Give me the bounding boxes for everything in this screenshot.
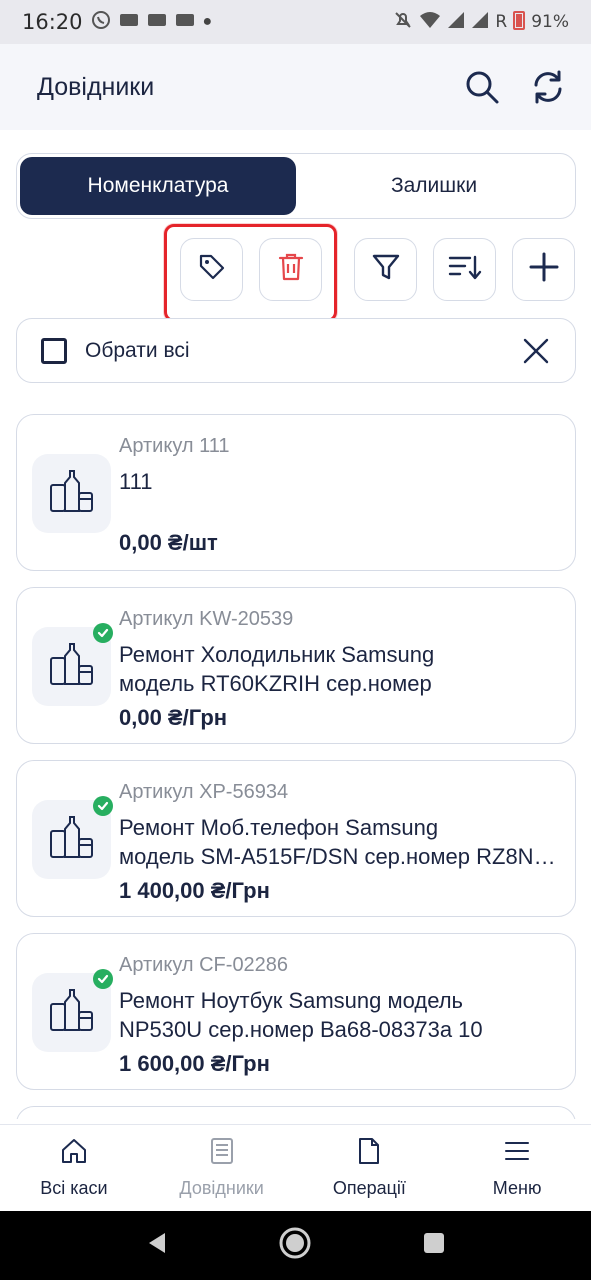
product-thumbnail	[32, 454, 111, 533]
nav-directories[interactable]: Довідники	[148, 1125, 296, 1211]
mute-icon	[393, 10, 413, 35]
products-icon	[48, 986, 96, 1039]
products-icon	[48, 813, 96, 866]
system-nav-bar	[0, 1211, 591, 1280]
selection-highlight	[164, 224, 337, 322]
item-name-line: Ремонт Холодильник Samsung	[119, 642, 435, 667]
nav-label: Операції	[332, 1178, 406, 1198]
more-dot-icon: ●	[202, 13, 213, 30]
bottom-nav: Всі каси Довідники Операції Меню	[0, 1124, 591, 1211]
list-item[interactable]: Артикул 111 111 0,00 ₴/шт	[16, 414, 576, 571]
item-sku: Артикул KW-20539	[119, 608, 294, 630]
filter-button[interactable]	[354, 238, 417, 301]
item-name: Ремонт Моб.телефон Samsung модель SM-A51…	[119, 813, 564, 871]
item-price: 1 600,00 ₴/Грн	[119, 1051, 270, 1076]
battery-percent: 91%	[531, 12, 569, 32]
back-icon[interactable]	[145, 1231, 169, 1260]
home-icon	[60, 1137, 88, 1170]
tab-bar: Номенклатура Залишки	[16, 153, 576, 219]
item-name: 111	[119, 469, 153, 494]
item-sku: Артикул CF-02286	[119, 954, 289, 976]
nav-label: Всі каси	[40, 1178, 108, 1198]
synced-check-icon	[93, 796, 113, 816]
item-name-line: модель SM-A515F/DSN сер.номер RZ8N91NNZJ…	[119, 844, 564, 869]
notification-icon	[147, 13, 167, 32]
list-item[interactable]	[16, 1106, 576, 1119]
viber-icon	[91, 10, 111, 35]
item-price: 1 400,00 ₴/Грн	[119, 878, 270, 903]
battery-icon	[513, 10, 526, 35]
signal-icon	[471, 11, 489, 34]
select-all-row: Обрати всі	[16, 318, 576, 383]
item-sku: Артикул 111	[119, 435, 230, 457]
roaming-label: R	[495, 12, 508, 32]
item-price: 0,00 ₴/шт	[119, 530, 218, 555]
tab-nomenclature[interactable]: Номенклатура	[20, 157, 296, 215]
item-name-line: модель RT60KZRIH сер.номер	[119, 671, 432, 696]
app-header: Довідники	[0, 44, 591, 130]
item-price: 0,00 ₴/Грн	[119, 705, 228, 730]
item-name-line: Ремонт Ноутбук Samsung модель	[119, 988, 464, 1013]
page-title: Довідники	[37, 72, 155, 101]
item-sku: Артикул XP-56934	[119, 781, 289, 803]
item-name-line: Ремонт Моб.телефон Samsung	[119, 815, 439, 840]
status-bar: 16:20 ● R 91%	[0, 0, 591, 44]
sync-icon[interactable]	[528, 67, 568, 107]
add-button[interactable]	[512, 238, 575, 301]
synced-check-icon	[93, 969, 113, 989]
nav-all-registers[interactable]: Всі каси	[0, 1125, 148, 1211]
status-time: 16:20	[22, 10, 83, 34]
products-icon	[48, 640, 96, 693]
products-icon	[48, 467, 96, 520]
file-icon	[356, 1137, 382, 1170]
list-item[interactable]: Артикул CF-02286 Ремонт Ноутбук Samsung …	[16, 933, 576, 1090]
item-list: Артикул 111 111 0,00 ₴/шт Артикул KW-205…	[16, 414, 576, 1119]
list-item[interactable]: Артикул KW-20539 Ремонт Холодильник Sams…	[16, 587, 576, 744]
nav-label: Довідники	[179, 1178, 264, 1198]
synced-check-icon	[93, 623, 113, 643]
item-name: Ремонт Холодильник Samsung модель RT60KZ…	[119, 640, 564, 698]
notification-icon	[119, 13, 139, 32]
close-icon[interactable]	[521, 336, 551, 366]
plus-icon	[529, 252, 559, 287]
home-button-icon[interactable]	[278, 1226, 312, 1265]
select-all-checkbox[interactable]	[41, 337, 67, 364]
tab-stock[interactable]: Залишки	[296, 157, 572, 215]
nav-label: Меню	[492, 1178, 542, 1198]
item-name-line: NP530U сер.номер Ba68-08373a 10	[119, 1017, 483, 1042]
filter-icon	[371, 252, 401, 287]
signal-icon	[447, 11, 465, 34]
list-item[interactable]: Артикул XP-56934 Ремонт Моб.телефон Sams…	[16, 760, 576, 917]
sort-icon	[448, 252, 482, 287]
notification-icon	[175, 13, 195, 32]
nav-menu[interactable]: Меню	[443, 1125, 591, 1211]
menu-icon	[503, 1137, 531, 1170]
nav-operations[interactable]: Операції	[296, 1125, 444, 1211]
recents-icon[interactable]	[422, 1231, 446, 1260]
search-icon[interactable]	[462, 67, 502, 107]
select-all-label: Обрати всі	[85, 338, 190, 362]
sort-button[interactable]	[433, 238, 496, 301]
document-list-icon	[209, 1137, 235, 1170]
item-name: Ремонт Ноутбук Samsung модель NP530U сер…	[119, 986, 564, 1044]
wifi-icon	[419, 11, 441, 34]
